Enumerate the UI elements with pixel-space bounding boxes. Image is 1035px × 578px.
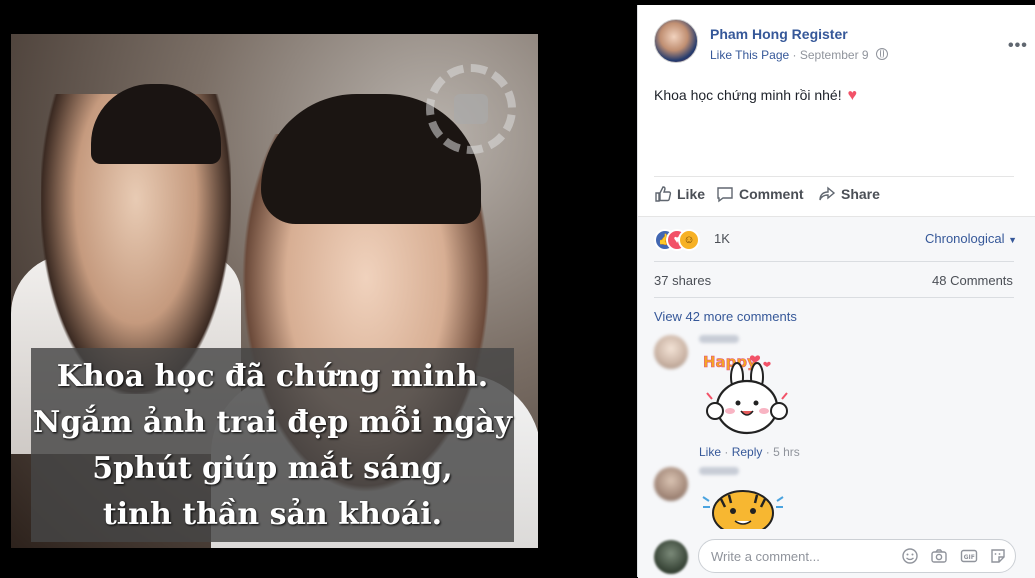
- emoji-icon[interactable]: [901, 547, 919, 565]
- caret-down-icon: ▼: [1008, 235, 1018, 245]
- caption-line: tinh thần sản khoái.: [102, 497, 443, 532]
- commenter-name[interactable]: [699, 467, 739, 475]
- divider: [654, 297, 1014, 298]
- current-user-avatar: [654, 540, 688, 574]
- comment-item: [654, 467, 1014, 531]
- thumbs-up-icon: [655, 186, 672, 202]
- more-options-icon[interactable]: •••: [1008, 37, 1028, 55]
- watermark-badge: [426, 64, 516, 154]
- comment-meta: Like · Reply · 5 hrs: [699, 445, 800, 459]
- heart-emoji-icon: ♥: [847, 87, 858, 104]
- watermark-logo: [454, 94, 488, 124]
- comment-like-link[interactable]: Like: [699, 445, 721, 459]
- commenter-avatar[interactable]: [654, 335, 688, 369]
- comment-composer: Write a comment... GIF: [654, 538, 1020, 574]
- post-panel: Pham Hong Register Like This Page · Sept…: [637, 5, 1035, 578]
- comment-input[interactable]: Write a comment... GIF: [698, 539, 1016, 573]
- happy-bunny-sticker: Happy: [703, 353, 788, 435]
- comment-item: Happy Like · Reply · 5 hrs: [654, 335, 1014, 459]
- camera-icon[interactable]: [930, 547, 948, 565]
- gif-icon[interactable]: GIF: [960, 547, 978, 565]
- like-label: Like: [677, 186, 706, 202]
- photo-caption: Khoa học đã chứng minh. Ngắm ảnh trai đẹ…: [31, 348, 514, 542]
- commenter-avatar[interactable]: [654, 467, 688, 501]
- commenter-name[interactable]: [699, 335, 739, 343]
- tiger-sticker: [702, 490, 784, 529]
- like-page-link[interactable]: Like This Page: [710, 48, 789, 62]
- comment-button[interactable]: Comment: [716, 185, 804, 203]
- sticker-icon[interactable]: [989, 547, 1007, 565]
- comments-count-link[interactable]: 48 Comments: [932, 273, 1013, 288]
- share-button[interactable]: Share: [818, 185, 880, 203]
- globe-icon: [875, 48, 888, 60]
- comment-time[interactable]: 5 hrs: [773, 445, 800, 459]
- reaction-count: 1K: [714, 231, 730, 246]
- feedback-section: 👍 ♥ ☺ 1K Chronological ▼ 37 shares 48 Co…: [638, 216, 1035, 578]
- caption-line: Khoa học đã chứng minh.: [56, 359, 489, 394]
- sticker-text: Happy: [703, 353, 757, 371]
- haha-reaction-icon: ☺: [678, 229, 700, 251]
- post-photo-area: Khoa học đã chứng minh. Ngắm ảnh trai đẹ…: [0, 0, 637, 577]
- caption-line: Ngắm ảnh trai đẹp mỗi ngày: [32, 405, 513, 440]
- post-date[interactable]: September 9: [800, 48, 869, 62]
- divider: [654, 261, 1014, 262]
- action-bar: Like Comment Share: [654, 176, 1014, 213]
- share-icon: [819, 186, 836, 201]
- separator: ·: [724, 445, 729, 459]
- svg-text:GIF: GIF: [963, 554, 974, 561]
- sort-label: Chronological: [925, 231, 1005, 246]
- post-text-body: Khoa học chứng minh rồi nhé!: [654, 87, 842, 103]
- comment-sort-dropdown[interactable]: Chronological ▼: [925, 231, 1017, 246]
- share-label: Share: [841, 186, 880, 202]
- post-subline: Like This Page · September 9: [710, 48, 888, 62]
- shares-link[interactable]: 37 shares: [654, 273, 711, 288]
- comment-reply-link[interactable]: Reply: [732, 445, 763, 459]
- caption-line: 5phút giúp mắt sáng,: [92, 451, 453, 486]
- post-photo[interactable]: Khoa học đã chứng minh. Ngắm ảnh trai đẹ…: [11, 34, 538, 548]
- post-text: Khoa học chứng minh rồi nhé! ♥: [654, 87, 857, 105]
- page-avatar[interactable]: [654, 19, 698, 63]
- page-name-link[interactable]: Pham Hong Register: [710, 26, 848, 42]
- comment-icon: [717, 187, 733, 203]
- separator: ·: [765, 445, 770, 459]
- separator: ·: [792, 48, 797, 62]
- like-button[interactable]: Like: [654, 185, 705, 203]
- comment-placeholder: Write a comment...: [711, 549, 820, 564]
- comment-label: Comment: [739, 186, 804, 202]
- composer-icons: GIF: [894, 547, 1007, 567]
- view-more-comments-link[interactable]: View 42 more comments: [654, 309, 797, 324]
- post-header: Pham Hong Register Like This Page · Sept…: [654, 19, 1027, 69]
